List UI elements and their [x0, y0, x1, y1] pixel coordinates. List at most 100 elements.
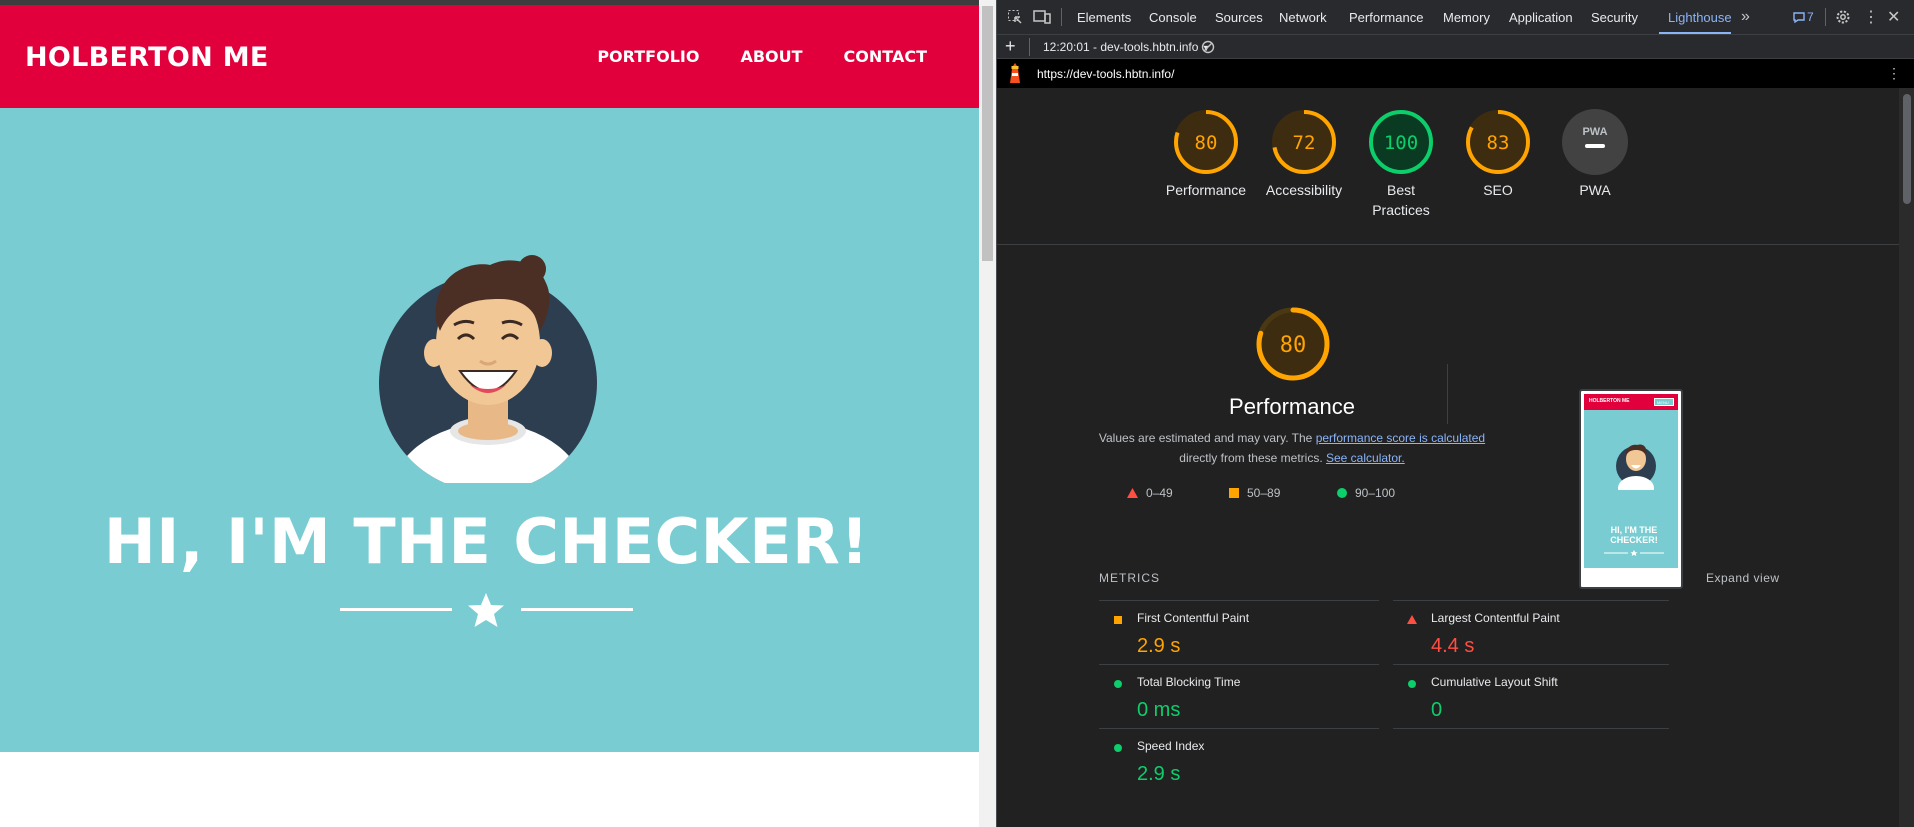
- report-selector[interactable]: 12:20:01 - dev-tools.hbtn.info ▼: [1043, 40, 1211, 54]
- gauge-label: Best Practices: [1372, 182, 1430, 218]
- gauge-ring: 72: [1272, 110, 1336, 174]
- tab-elements[interactable]: Elements: [1077, 10, 1131, 25]
- more-tabs-icon[interactable]: »: [1741, 8, 1750, 26]
- star-icon: [468, 593, 504, 627]
- new-report-plus-icon[interactable]: +: [1005, 36, 1016, 57]
- expand-view-toggle[interactable]: Expand view: [1706, 571, 1780, 585]
- divider-line-right: [521, 608, 633, 611]
- gauge-accessibility[interactable]: 72 Accessibility: [1259, 108, 1349, 200]
- tab-network[interactable]: Network: [1279, 10, 1327, 25]
- issues-icon[interactable]: [1793, 12, 1805, 23]
- gauge-score: 80: [1195, 132, 1218, 154]
- desc-text-2: directly from these metrics.: [1179, 451, 1323, 465]
- page-scrollbar[interactable]: [979, 0, 996, 827]
- active-tab-indicator: [1659, 32, 1731, 34]
- thumb-hero-title: HI, I'M THE CHECKER!: [1610, 525, 1658, 545]
- performance-vertical-separator: [1447, 364, 1448, 424]
- thumb-menu-button: MENU: [1654, 398, 1674, 406]
- screen: HOLBERTON ME PORTFOLIO ABOUT CONTACT HI,…: [0, 0, 1914, 827]
- settings-gear-icon[interactable]: [1835, 9, 1851, 25]
- tab-performance[interactable]: Performance: [1349, 10, 1423, 25]
- lighthouse-report: 80 Performance 72 Accessibility 100 Best Prac…: [997, 88, 1899, 827]
- hero-section: HI, I'M THE CHECKER!: [0, 108, 979, 752]
- gauge-score: 83: [1487, 132, 1510, 154]
- audited-url[interactable]: https://dev-tools.hbtn.info/: [1037, 67, 1174, 81]
- metric-name: Largest Contentful Paint: [1431, 611, 1560, 625]
- tab-application[interactable]: Application: [1509, 10, 1573, 25]
- page-scrollbar-thumb[interactable]: [982, 6, 993, 261]
- star-divider: [340, 590, 633, 630]
- device-toolbar-icon[interactable]: [1033, 9, 1051, 25]
- pwa-badge-text: PWA: [1582, 126, 1607, 138]
- metric-value: 2.9 s: [1137, 635, 1181, 657]
- report-scrollbar-thumb[interactable]: [1903, 94, 1911, 204]
- performance-description: Values are estimated and may vary. The p…: [1089, 428, 1495, 468]
- final-screenshot-thumbnail[interactable]: HOLBERTON ME MENU HI, I'M THE CHECKER!: [1579, 389, 1683, 589]
- hero-title: HI, I'M THE CHECKER!: [103, 505, 870, 578]
- devtools-tabbar: Elements Console Sources Network Perform…: [997, 0, 1914, 35]
- site-logo[interactable]: HOLBERTON ME: [25, 42, 269, 73]
- metric-value: 2.9 s: [1137, 763, 1181, 785]
- thumb-menu-label: MENU: [1657, 400, 1669, 405]
- gauge-ring: 100: [1369, 110, 1433, 174]
- tabbar-separator-2: [1825, 8, 1826, 26]
- metrics-heading: METRICS: [1099, 571, 1160, 585]
- metric-name: First Contentful Paint: [1137, 611, 1250, 625]
- customize-kebab-icon[interactable]: ⋮: [1863, 7, 1879, 27]
- report-menu-kebab-icon[interactable]: ⋮: [1887, 65, 1901, 82]
- circle-icon: [1114, 744, 1122, 752]
- lighthouse-toolbar: + 12:20:01 - dev-tools.hbtn.info ▼: [997, 35, 1914, 59]
- gauge-ring: 80: [1174, 110, 1238, 174]
- thumb-avatar: [1616, 444, 1656, 490]
- tab-security[interactable]: Security: [1591, 10, 1638, 25]
- issues-count[interactable]: 7: [1807, 10, 1814, 24]
- nav-link-about[interactable]: ABOUT: [740, 47, 802, 66]
- tab-lighthouse[interactable]: Lighthouse: [1668, 10, 1732, 25]
- triangle-icon: [1127, 488, 1138, 498]
- legend-average: 50–89: [1229, 486, 1280, 500]
- tab-sources[interactable]: Sources: [1215, 10, 1263, 25]
- see-calculator-link[interactable]: See calculator.: [1326, 451, 1405, 465]
- devtools-panel: Elements Console Sources Network Perform…: [996, 0, 1914, 827]
- thumb-divider: [1604, 550, 1664, 556]
- site-nav: PORTFOLIO ABOUT CONTACT: [597, 47, 927, 66]
- nav-link-portfolio[interactable]: PORTFOLIO: [597, 47, 699, 66]
- gauge-pwa[interactable]: PWA PWA: [1550, 108, 1640, 200]
- close-devtools-icon[interactable]: ✕: [1887, 7, 1900, 27]
- report-scrollbar[interactable]: [1899, 88, 1914, 827]
- tab-memory[interactable]: Memory: [1443, 10, 1490, 25]
- site-header: HOLBERTON ME PORTFOLIO ABOUT CONTACT: [0, 5, 979, 108]
- inspect-element-icon[interactable]: [1007, 9, 1023, 25]
- gauge-best-practices[interactable]: 100 Best Practices: [1356, 108, 1446, 220]
- metric-name: Total Blocking Time: [1137, 675, 1241, 689]
- avatar: [379, 255, 597, 483]
- legend-average-range: 50–89: [1247, 486, 1281, 500]
- performance-big-score: 80: [1280, 333, 1307, 358]
- pwa-badge-bg: [1562, 109, 1628, 175]
- thumb-logo: HOLBERTON ME: [1589, 398, 1630, 404]
- nav-link-contact[interactable]: CONTACT: [844, 47, 927, 66]
- gauge-ring: PWA: [1562, 109, 1628, 175]
- gauge-label: SEO: [1483, 182, 1513, 198]
- score-calculated-link[interactable]: performance score is calculated: [1316, 431, 1485, 445]
- metric-cumulative-layout-shift: Cumulative Layout Shift 0: [1393, 665, 1733, 743]
- divider-line-left: [340, 608, 452, 611]
- web-page: HOLBERTON ME PORTFOLIO ABOUT CONTACT HI,…: [0, 0, 979, 827]
- gauges-separator: [997, 244, 1899, 245]
- pwa-dash-icon: [1585, 144, 1605, 148]
- metric-speed-index: Speed Index 2.9 s: [1099, 729, 1439, 807]
- metric-value: 4.4 s: [1431, 635, 1475, 657]
- circle-icon: [1337, 488, 1347, 498]
- performance-big-gauge[interactable]: 80: [1255, 306, 1331, 382]
- legend-fail: 0–49: [1127, 486, 1173, 500]
- tab-console[interactable]: Console: [1149, 10, 1197, 25]
- tabbar-separator: [1061, 8, 1062, 26]
- clear-block-icon[interactable]: [1201, 40, 1215, 54]
- report-selector-label: 12:20:01 - dev-tools.hbtn.info: [1043, 40, 1199, 54]
- thumb-hero: HI, I'M THE CHECKER!: [1584, 410, 1678, 568]
- circle-icon: [1114, 680, 1122, 688]
- gauge-seo[interactable]: 83 SEO: [1453, 108, 1543, 200]
- gauge-performance[interactable]: 80 Performance: [1161, 108, 1251, 200]
- legend-fail-range: 0–49: [1146, 486, 1173, 500]
- metric-value: 0: [1431, 699, 1443, 721]
